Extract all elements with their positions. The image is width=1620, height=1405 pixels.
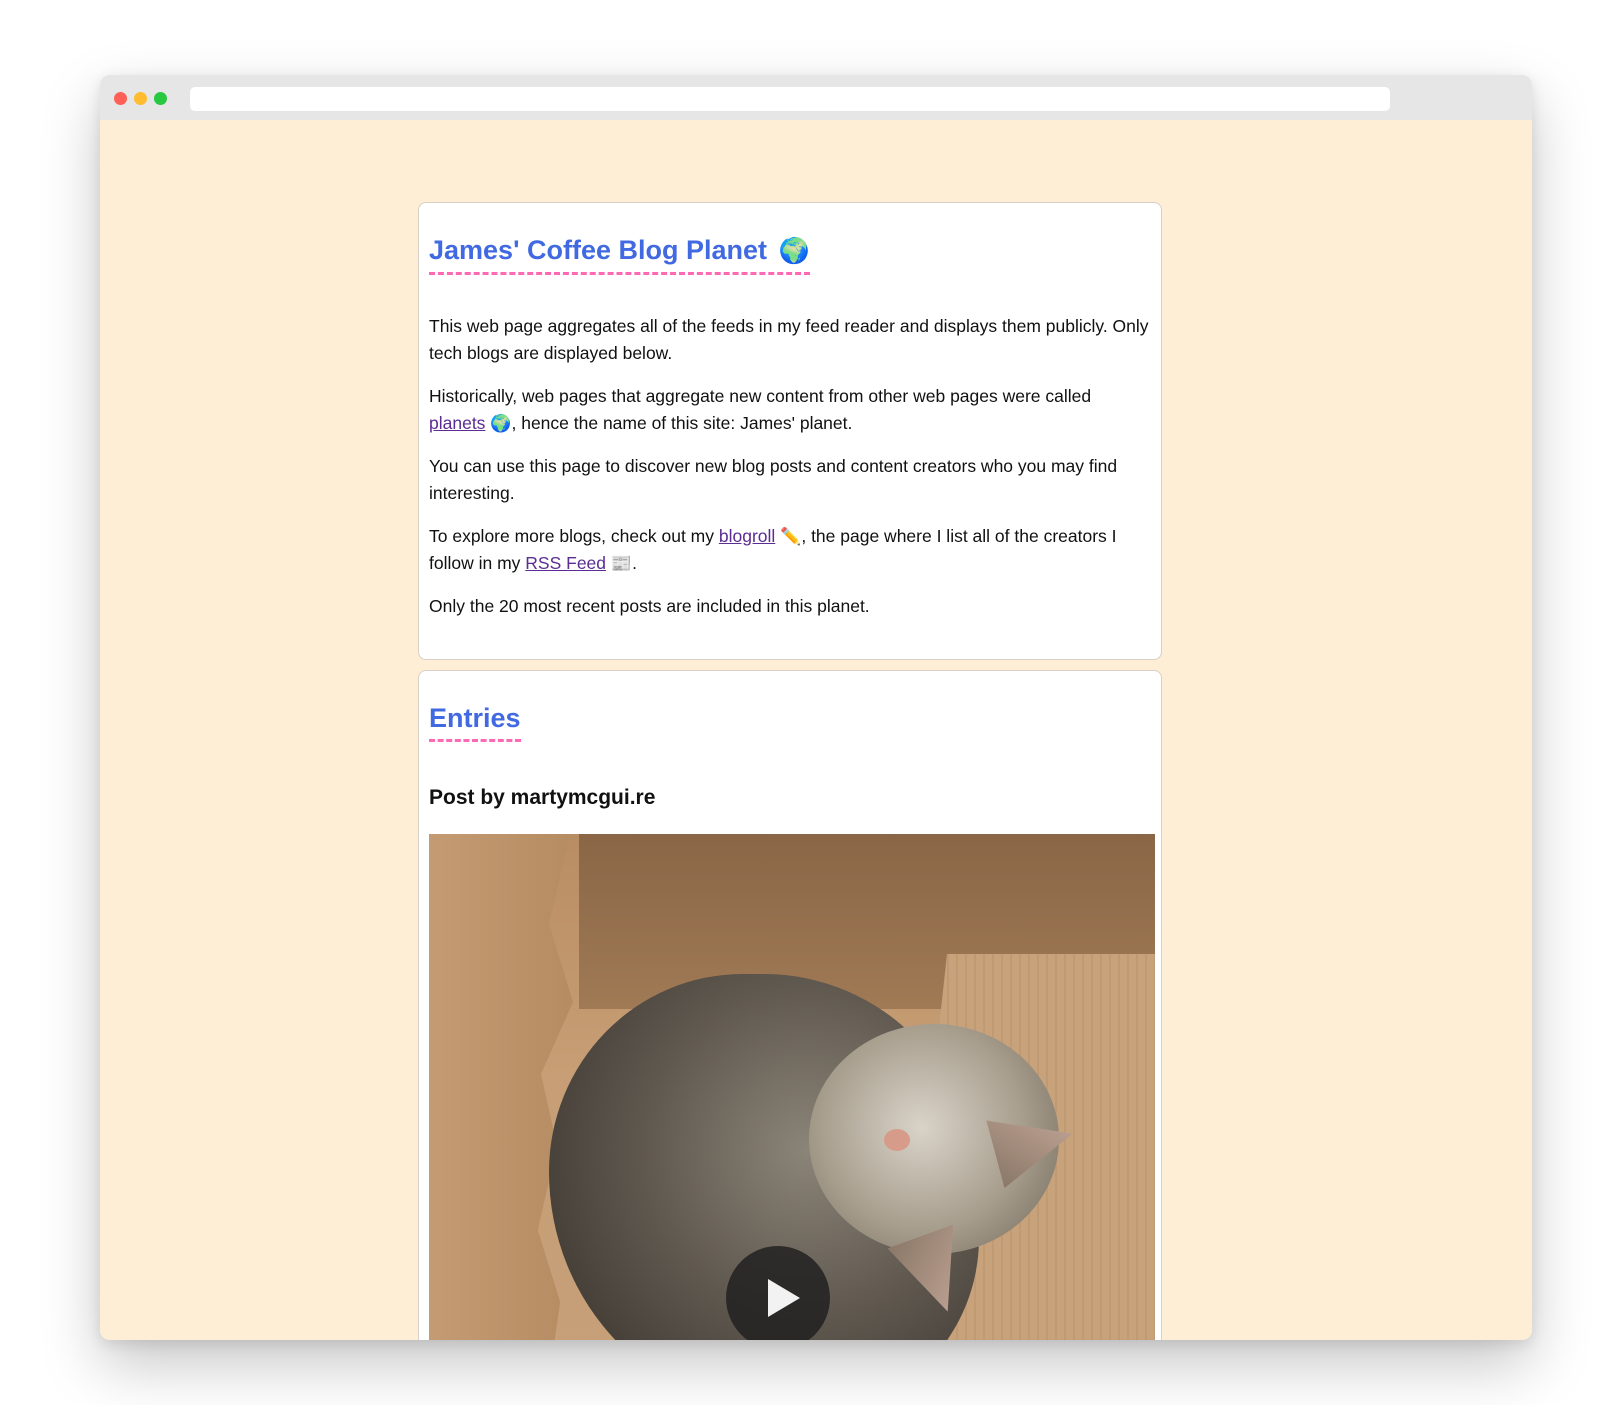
intro-paragraph-4: To explore more blogs, check out my blog… xyxy=(429,523,1151,577)
browser-titlebar xyxy=(100,75,1532,120)
intro-paragraph-4-text: To explore more blogs, check out my xyxy=(429,526,719,546)
blogroll-link[interactable]: blogroll xyxy=(719,526,775,546)
entry-video[interactable] xyxy=(429,834,1155,1340)
newspaper-icon: 📰 xyxy=(610,554,633,573)
entries-list: Post by martymcgui.re xyxy=(429,784,1155,1340)
cardboard-flap xyxy=(429,834,573,1340)
page-viewport: James' Coffee Blog Planet 🌍 This web pag… xyxy=(100,120,1532,1340)
intro-body: This web page aggregates all of the feed… xyxy=(429,313,1151,620)
close-window-icon[interactable] xyxy=(114,92,127,105)
cat-nose xyxy=(884,1129,910,1151)
address-bar[interactable] xyxy=(190,87,1390,111)
minimize-window-icon[interactable] xyxy=(134,92,147,105)
intro-paragraph-4-suffix: . xyxy=(632,553,637,573)
intro-paragraph-2: Historically, web pages that aggregate n… xyxy=(429,383,1151,437)
play-icon[interactable] xyxy=(726,1246,830,1340)
maximize-window-icon[interactable] xyxy=(154,92,167,105)
intro-paragraph-3: You can use this page to discover new bl… xyxy=(429,456,1118,503)
entry-post-title: Post by martymcgui.re xyxy=(429,786,656,809)
globe-icon: 🌍 xyxy=(778,237,810,265)
pencil-icon: ✏️ xyxy=(780,527,802,546)
entries-title: Entries xyxy=(429,701,521,742)
planets-link[interactable]: planets xyxy=(429,413,485,433)
page-title-text: James' Coffee Blog Planet xyxy=(429,235,768,265)
entries-card: Entries Post by martymcgui.re xyxy=(418,670,1162,1340)
intro-paragraph-5: Only the 20 most recent posts are includ… xyxy=(429,596,870,616)
entry-item: Post by martymcgui.re xyxy=(429,784,1155,1340)
intro-paragraph-1: This web page aggregates all of the feed… xyxy=(429,316,1149,363)
browser-window: James' Coffee Blog Planet 🌍 This web pag… xyxy=(100,75,1532,1340)
rss-feed-link[interactable]: RSS Feed xyxy=(525,553,606,573)
page-title: James' Coffee Blog Planet 🌍 xyxy=(429,233,810,275)
intro-paragraph-2-suffix: , hence the name of this site: James' pl… xyxy=(511,413,853,433)
intro-card: James' Coffee Blog Planet 🌍 This web pag… xyxy=(418,202,1162,660)
intro-paragraph-2-text: Historically, web pages that aggregate n… xyxy=(429,386,1092,406)
globe-icon: 🌍 xyxy=(490,414,512,433)
